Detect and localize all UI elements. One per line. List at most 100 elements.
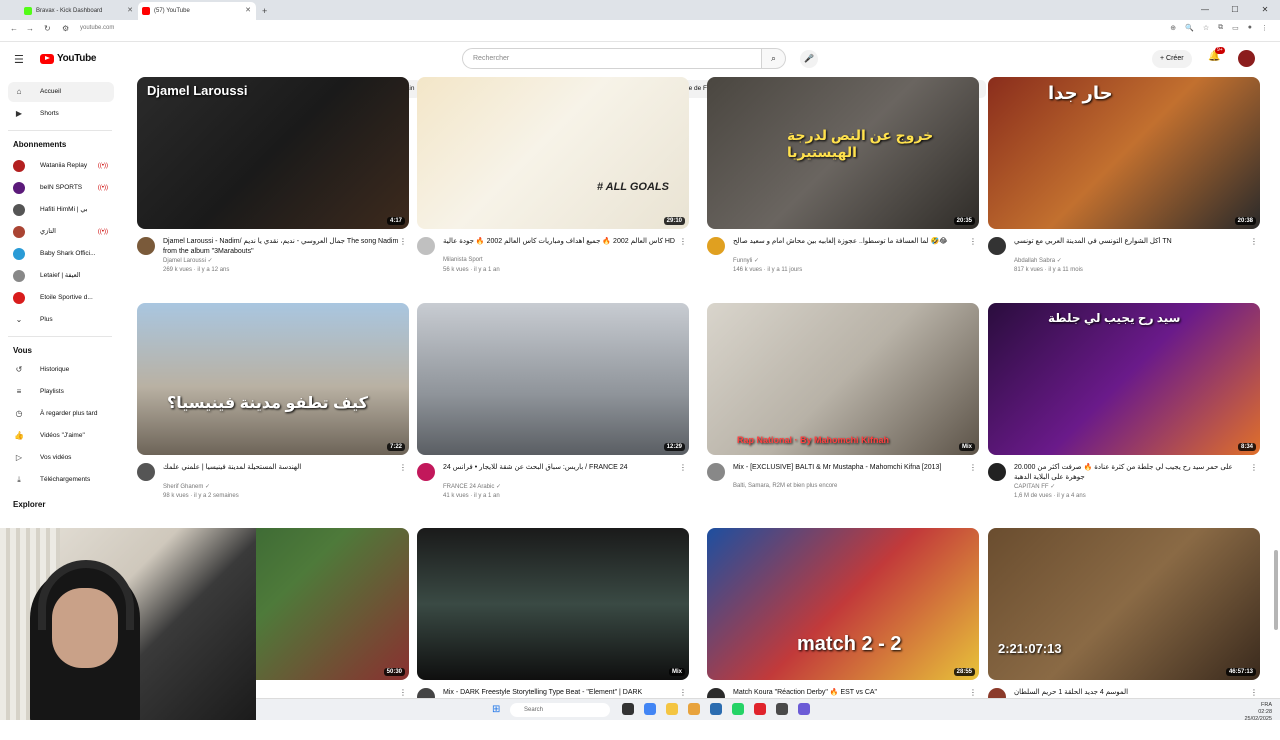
video-card[interactable]: سيد رح يجيب لي جلطة 8:34 على حمر سيد رح يج… xyxy=(988,303,1260,515)
channel-avatar[interactable] xyxy=(417,237,435,255)
obs-icon[interactable] xyxy=(776,703,788,715)
channel-avatar[interactable] xyxy=(988,463,1006,481)
video-title[interactable]: لما العسافة ما توسطوا.. عجوزة إلغابيه بي… xyxy=(733,237,969,247)
video-title[interactable]: على حمر سيد رح يجيب لي جلطة من كثرة عناد… xyxy=(1014,463,1250,483)
video-title[interactable]: Mix - DARK Freestyle Storytelling Type B… xyxy=(443,688,679,698)
video-thumbnail[interactable]: # ALL GOALS 29:10 xyxy=(417,77,689,229)
channel-avatar[interactable] xyxy=(707,237,725,255)
more-actions-icon[interactable]: ⋮ xyxy=(399,688,407,697)
more-actions-icon[interactable]: ⋮ xyxy=(969,688,977,697)
sidebar-item-shorts[interactable]: ▶ Shorts xyxy=(8,104,114,124)
store-icon[interactable] xyxy=(710,703,722,715)
close-window-icon[interactable]: ✕ xyxy=(1250,0,1280,20)
notifications-bell-icon[interactable]: 🔔 9+ xyxy=(1208,47,1225,62)
menu-dots-icon[interactable]: ⋮ xyxy=(1261,24,1268,32)
video-title[interactable]: Djamel Laroussi - Nadim/ جمال العروسي - … xyxy=(163,237,399,257)
video-thumbnail[interactable]: خروج عن النص لدرجة الهيستيريا 20:35 xyxy=(707,77,979,229)
channel-avatar[interactable] xyxy=(988,237,1006,255)
video-thumbnail[interactable]: Djamel Laroussi 4:17 xyxy=(137,77,409,229)
search-button[interactable]: ⌕ xyxy=(762,48,786,69)
video-title[interactable]: الموسم 4 جديد الحلقة 1 حريم السلطان xyxy=(1014,688,1250,698)
video-title[interactable]: كأس العالم 2002 🔥 جميع أهداف ومباريات كأ… xyxy=(443,237,679,247)
sidebar-subscription[interactable]: Hafiti HimMi | بي xyxy=(8,200,114,220)
more-actions-icon[interactable]: ⋮ xyxy=(679,237,687,246)
search-input[interactable]: Rechercher xyxy=(462,48,762,69)
close-tab-icon[interactable]: ✕ xyxy=(245,2,251,20)
sidebar-item-watch-later[interactable]: ◷ À regarder plus tard xyxy=(8,404,114,424)
subscriptions-heading[interactable]: Abonnements xyxy=(13,140,66,149)
channel-avatar[interactable] xyxy=(137,463,155,481)
taskview-icon[interactable] xyxy=(622,703,634,715)
maximize-icon[interactable]: ☐ xyxy=(1220,0,1250,20)
back-icon[interactable]: ← xyxy=(10,24,18,33)
extensions-icon[interactable]: ⧉ xyxy=(1218,24,1223,32)
sidebar-icon[interactable]: ▭ xyxy=(1232,24,1239,32)
page-scrollbar[interactable] xyxy=(1274,550,1278,630)
hamburger-menu-icon[interactable]: ☰ xyxy=(14,53,24,66)
sidebar-item-home[interactable]: ⌂ Accueil xyxy=(8,82,114,102)
sidebar-item-like[interactable]: 👍 Vidéos "J'aime" xyxy=(8,426,114,446)
channel-avatar[interactable] xyxy=(707,463,725,481)
video-title[interactable]: أكل الشوارع التونسي في المدينة العربي مع… xyxy=(1014,237,1250,247)
create-button[interactable]: + Créer xyxy=(1152,50,1192,68)
video-thumbnail[interactable]: 12:29 xyxy=(417,303,689,455)
sidebar-item-playlists[interactable]: ≡ Playlists xyxy=(8,382,114,402)
app-icon[interactable] xyxy=(798,703,810,715)
channel-name[interactable]: Djamel Laroussi ✓ xyxy=(163,257,213,264)
video-card[interactable]: # ALL GOALS 29:10 كأس العالم 2002 🔥 جميع أ… xyxy=(417,77,689,289)
sidebar-item-download[interactable]: ⤓ Téléchargements xyxy=(8,470,114,490)
zoom-icon[interactable]: 🔍 xyxy=(1185,24,1194,32)
taskbar-search[interactable]: Search xyxy=(510,703,610,717)
new-tab-button[interactable]: + xyxy=(262,2,267,20)
voice-search-icon[interactable]: 🎤 xyxy=(800,50,818,68)
video-thumbnail[interactable]: سيد رح يجيب لي جلطة 8:34 xyxy=(988,303,1260,455)
sidebar-item-history[interactable]: ↺ Historique xyxy=(8,360,114,380)
more-actions-icon[interactable]: ⋮ xyxy=(1250,237,1258,246)
video-thumbnail[interactable]: 2:21:07:13 46:57:13 xyxy=(988,528,1260,680)
url-field[interactable]: youtube.com xyxy=(80,25,114,31)
sidebar-subscription[interactable]: Baby Shark Offici... xyxy=(8,244,114,264)
more-actions-icon[interactable]: ⋮ xyxy=(679,463,687,472)
sidebar-subscription[interactable]: Wataniia Replay ((•)) xyxy=(8,156,114,176)
close-tab-icon[interactable]: ✕ xyxy=(127,2,133,20)
channel-name[interactable]: Sherif Ghanem ✓ xyxy=(163,483,210,490)
channel-name[interactable]: Balti, Samara, R2M et bien plus encore xyxy=(733,483,837,489)
you-heading[interactable]: Vous xyxy=(13,346,32,355)
channel-name[interactable]: CAPITAN FF ✓ xyxy=(1014,483,1055,490)
video-title[interactable]: الهندسة المستحيلة لمدينة فينيسيا | علمني… xyxy=(163,463,399,473)
sidebar-subscription[interactable]: beIN SPORTS ((•)) xyxy=(8,178,114,198)
account-avatar[interactable] xyxy=(1238,50,1255,67)
video-thumbnail[interactable]: Rap National · By Mahomchi Kifnah Mix xyxy=(707,303,979,455)
sidebar-subscription[interactable]: التازي ((•)) xyxy=(8,222,114,242)
minimize-icon[interactable]: — xyxy=(1190,0,1220,20)
video-card[interactable]: حار جدا 20:38 أكل الشوارع التونسي في المدي… xyxy=(988,77,1260,289)
more-actions-icon[interactable]: ⋮ xyxy=(969,463,977,472)
video-card[interactable]: Rap National · By Mahomchi Kifnah Mix Mix … xyxy=(707,303,979,515)
browser-tab-youtube[interactable]: (57) YouTube ✕ xyxy=(138,2,256,20)
profile-icon[interactable]: ● xyxy=(1248,24,1252,32)
video-card[interactable]: 12:29 باريس: سباق البحث عن شقة للايجار • … xyxy=(417,303,689,515)
youtube-logo[interactable]: YouTube xyxy=(40,53,97,64)
channel-avatar[interactable] xyxy=(137,237,155,255)
forward-icon[interactable]: → xyxy=(26,24,34,33)
video-thumbnail[interactable]: match 2 - 2 28:55 xyxy=(707,528,979,680)
sidebar-more[interactable]: ⌄ Plus xyxy=(8,310,114,330)
sidebar-subscription[interactable]: Letaief | العيفة xyxy=(8,266,114,286)
sidebar-subscription[interactable]: Etoile Sportive d... xyxy=(8,288,114,308)
opera-icon[interactable] xyxy=(754,703,766,715)
sidebar-item-your-videos[interactable]: ▷ Vos vidéos xyxy=(8,448,114,468)
more-actions-icon[interactable]: ⋮ xyxy=(969,237,977,246)
video-thumbnail[interactable]: حار جدا 20:38 xyxy=(988,77,1260,229)
browser-tab-kick[interactable]: Bravax - Kick Dashboard ✕ xyxy=(20,2,138,20)
more-actions-icon[interactable]: ⋮ xyxy=(679,688,687,697)
chrome-icon[interactable] xyxy=(644,703,656,715)
video-thumbnail[interactable]: Mix xyxy=(417,528,689,680)
more-actions-icon[interactable]: ⋮ xyxy=(399,463,407,472)
folder-icon[interactable] xyxy=(688,703,700,715)
explorer-icon[interactable] xyxy=(666,703,678,715)
video-title[interactable]: باريس: سباق البحث عن شقة للايجار • فرانس… xyxy=(443,463,679,473)
windows-start-icon[interactable]: ⊞ xyxy=(492,704,500,715)
video-title[interactable]: Match Koura "Réaction Derby" 🔥 EST vs CA… xyxy=(733,688,969,698)
video-thumbnail[interactable]: كيف تطفو مدينة فينيسيا؟ 7:22 xyxy=(137,303,409,455)
whatsapp-icon[interactable] xyxy=(732,703,744,715)
